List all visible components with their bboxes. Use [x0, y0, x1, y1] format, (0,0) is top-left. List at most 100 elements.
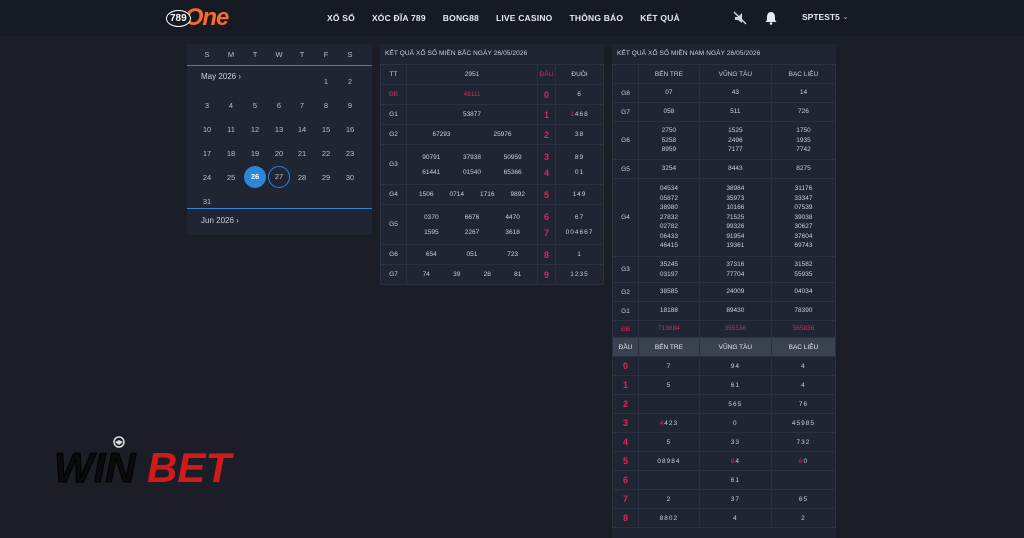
prize-number: 0370 [424, 213, 439, 221]
calendar-day[interactable]: 21 [291, 149, 313, 158]
calendar-day[interactable]: 15 [315, 125, 337, 134]
calendar-day[interactable]: 30 [339, 173, 361, 182]
svg-text:BET: BET [147, 444, 234, 491]
prize-values: 35245 03197 [638, 256, 700, 283]
month-label: Jun 2026 [201, 216, 234, 225]
calendar-day[interactable]: 28 [291, 173, 313, 182]
dau-number: 6 [543, 211, 549, 222]
result-row: G2 38585 24009 04034 [612, 282, 837, 302]
dau-number: 8 [543, 249, 549, 260]
header-dau: ĐẦU [537, 64, 556, 85]
prize-number: 65366 [503, 168, 522, 176]
prize-number: 565836 [792, 325, 815, 333]
calendar-day[interactable]: 25 [220, 173, 242, 182]
menu-item-ket-qua[interactable]: KẾT QUẢ [640, 13, 680, 23]
calendar-day[interactable]: 11 [220, 125, 242, 134]
calendar-day[interactable]: 5 [244, 101, 266, 110]
calendar-month[interactable]: May 2026 › [201, 72, 241, 81]
header-draw: 2951 [406, 64, 538, 85]
prize-number: 058 [663, 108, 675, 116]
dau-row: 0 7 94 4 [612, 356, 837, 376]
calendar-day[interactable]: 19 [244, 149, 266, 158]
logo[interactable]: 789 One [166, 4, 229, 31]
dau-cell: 8 [537, 244, 556, 265]
calendar-day[interactable]: 10 [196, 125, 218, 134]
duoi-values: 2 [770, 508, 837, 528]
prize-values: 511 [698, 102, 772, 122]
calendar-next-month[interactable]: Jun 2026 › [201, 216, 239, 225]
prize-number: 04034 [794, 288, 813, 296]
duoi-values: 76 [770, 394, 837, 414]
calendar-day[interactable]: 13 [268, 125, 290, 134]
prize-label: G1 [612, 301, 639, 321]
duoi-cell: 89 01 [555, 144, 604, 185]
weekday: M [227, 50, 235, 59]
calendar-day[interactable]: 3 [196, 101, 218, 110]
calendar-day[interactable]: 6 [268, 101, 290, 110]
winbet-logo: WIN BET [54, 436, 234, 492]
calendar-day[interactable]: 29 [315, 173, 337, 182]
prize-label: G4 [612, 178, 639, 257]
calendar-day[interactable]: 12 [244, 125, 266, 134]
calendar-day[interactable]: 14 [291, 125, 313, 134]
dau-number: 6 [612, 470, 639, 490]
prize-number: 8959 [661, 146, 677, 154]
duoi-values [638, 470, 700, 490]
dau-cell: 9 [537, 264, 556, 285]
prize-number: 39038 [794, 213, 813, 221]
weekday: S [347, 50, 353, 59]
calendar-day[interactable]: 16 [339, 125, 361, 134]
mien-bac-panel: KẾT QUẢ XỔ SỐ MIỀN BẮC NGÀY 26/05/2026 T… [380, 44, 604, 285]
duoi-values: 08984 [638, 451, 700, 471]
prize-number: 2496 [728, 136, 743, 144]
username[interactable]: SPTEST5 [802, 12, 840, 22]
calendar-day[interactable]: 9 [339, 101, 361, 110]
prize-number: 81 [514, 271, 522, 278]
menu-item-bong88[interactable]: BONG88 [443, 13, 479, 23]
calendar-day[interactable]: 26 [244, 166, 266, 188]
menu-item-xo-so[interactable]: XỔ SỐ [327, 13, 355, 23]
calendar-day[interactable]: 8 [315, 101, 337, 110]
calendar-divider [187, 65, 372, 66]
bell-icon[interactable] [764, 11, 778, 25]
prize-label: G5 [380, 204, 407, 245]
prize-number: 3254 [661, 165, 677, 173]
province-header: VŨNG TÀU [698, 337, 772, 357]
calendar-day[interactable]: 7 [291, 101, 313, 110]
duoi-values: 7 [638, 356, 700, 376]
calendar-day[interactable]: 17 [196, 149, 218, 158]
prize-number: 2267 [464, 228, 480, 236]
calendar-day[interactable]: 23 [339, 149, 361, 158]
prize-number: 50959 [503, 153, 522, 161]
prize-values: 0370 6676 4470 1595 2267 3618 [406, 204, 538, 245]
prize-number: 726 [798, 108, 809, 116]
prize-number: 355536 [724, 325, 747, 333]
calendar-day[interactable]: 24 [196, 173, 218, 182]
calendar-day[interactable]: 20 [268, 149, 290, 158]
prize-number: 511 [730, 108, 741, 116]
duoi-highlight: 4 [659, 419, 665, 427]
prize-number: 1506 [419, 191, 434, 198]
chevron-right-icon: › [238, 72, 242, 81]
result-row: G5 0370 6676 4470 1595 2267 3618 6 7 67 004667 [380, 204, 604, 245]
calendar-day[interactable]: 18 [220, 149, 242, 158]
prize-number: 723 [507, 251, 519, 258]
calendar-day[interactable]: 2 [339, 77, 361, 86]
muted-icon[interactable] [733, 11, 747, 25]
menu-item-thong-bao[interactable]: THÔNG BÁO [569, 13, 623, 23]
prize-values: 67293 25976 [406, 124, 538, 145]
prize-number: 67293 [432, 131, 451, 138]
calendar-day[interactable]: 22 [315, 149, 337, 158]
duoi-values: 0 [698, 413, 772, 433]
duoi-values: 33 [698, 432, 772, 452]
prize-number: 07 [665, 89, 673, 97]
prize-number: 3618 [505, 228, 520, 236]
menu-item-live-casino[interactable]: LIVE CASINO [496, 13, 553, 23]
menu-item-xoc-dia[interactable]: XÓC ĐĨA 789 [372, 13, 426, 23]
calendar-day[interactable]: 31 [196, 197, 218, 206]
calendar-day[interactable]: 27 [268, 166, 290, 188]
calendar-day[interactable]: 1 [315, 77, 337, 86]
calendar-day[interactable]: 4 [220, 101, 242, 110]
chevron-down-icon[interactable]: ⌄ [842, 12, 849, 21]
mien-nam-table: BẾN TRE VŨNG TÀU BẠC LIÊU G8 07 43 14 G7 058 511 7… [612, 64, 837, 528]
